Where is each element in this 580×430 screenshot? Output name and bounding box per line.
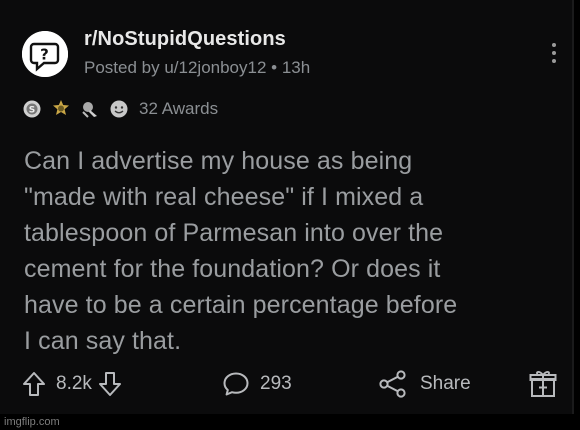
post-meta: Posted by u/12jonboy12 • 13h — [84, 58, 311, 77]
arrow-up-icon[interactable] — [22, 371, 46, 397]
imgflip-watermark: imgflip.com — [4, 416, 60, 428]
gold-award-icon — [51, 99, 71, 119]
post-header: ? r/NoStupidQuestions Posted by u/12jonb… — [22, 27, 562, 83]
share-icon — [378, 370, 408, 398]
action-bar: 8.2k 293 Share — [22, 367, 562, 401]
silver-award-icon: S — [22, 99, 42, 119]
comments-count: 293 — [260, 373, 292, 394]
comment-bubble-icon — [222, 371, 250, 397]
svg-text:S: S — [29, 106, 35, 116]
subreddit-avatar[interactable]: ? — [22, 31, 68, 77]
vote-group: 8.2k — [22, 367, 122, 401]
svg-text:?: ? — [40, 46, 49, 64]
arrow-down-icon[interactable] — [98, 371, 122, 397]
gift-award-icon — [528, 369, 558, 399]
helpful-award-icon — [80, 99, 100, 119]
post-card: ? r/NoStupidQuestions Posted by u/12jonb… — [0, 0, 574, 414]
kebab-menu-icon[interactable] — [550, 43, 558, 69]
awards-count: 32 Awards — [139, 99, 219, 118]
subreddit-name[interactable]: r/NoStupidQuestions — [84, 28, 286, 51]
share-button[interactable]: Share — [378, 367, 471, 401]
awards-row[interactable]: S 32 Awards — [22, 95, 218, 123]
share-label: Share — [420, 373, 471, 394]
question-mark-icon: ? — [22, 31, 68, 77]
wholesome-award-icon — [109, 99, 129, 119]
post-body: Can I advertise my house as being "made … — [24, 147, 458, 355]
upvote-count: 8.2k — [56, 373, 92, 394]
comments-button[interactable]: 293 — [222, 367, 292, 401]
give-award-button[interactable] — [528, 367, 558, 401]
